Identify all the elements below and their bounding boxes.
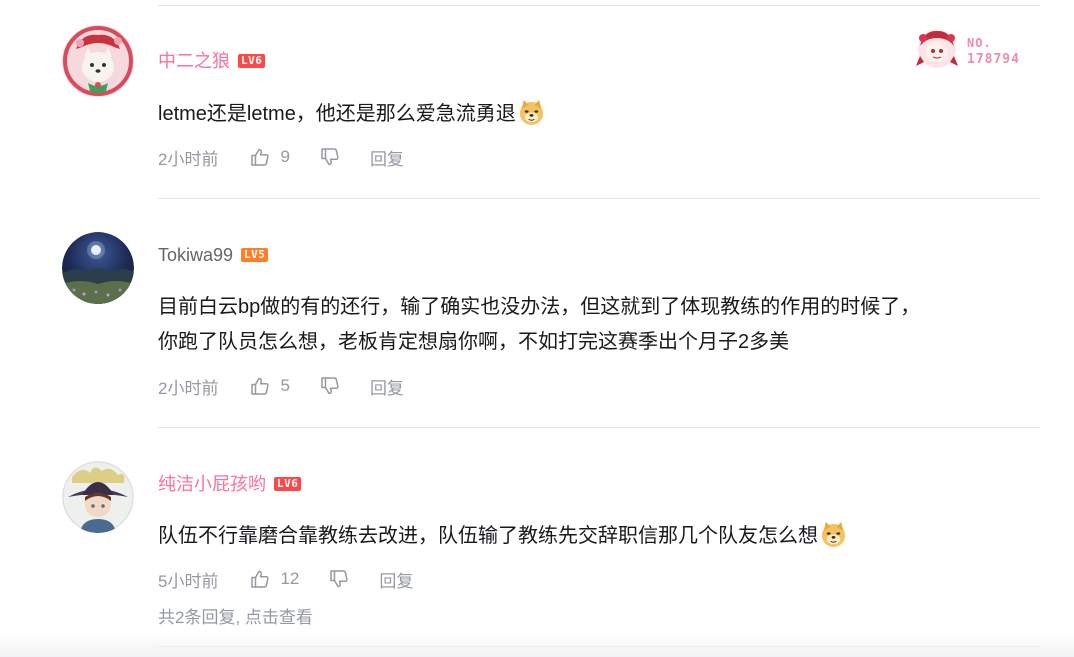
fan-badge[interactable]: NO. 178794 (910, 26, 1040, 72)
username[interactable]: 纯洁小屁孩哟 LV6 (158, 473, 302, 495)
avatar[interactable] (62, 25, 134, 97)
like-count: 12 (280, 569, 300, 588)
level-badge: LV5 (241, 247, 269, 262)
comment-meta: 2小时前 5 回复 (158, 374, 404, 398)
dislike-button[interactable] (320, 376, 340, 396)
doge-emoji-icon (519, 100, 543, 126)
username[interactable]: 中二之狼 LV6 (158, 50, 266, 72)
comment-text-line: 目前白云bp做的有的还行，输了确实也没办法，但这就到了体现教练的作用的时候了， (158, 296, 921, 318)
comment-meta: 2小时前 9 回复 (158, 145, 404, 169)
top-divider (158, 5, 1040, 6)
username-text[interactable]: Tokiwa99 (158, 245, 233, 265)
reply-button[interactable]: 回复 (379, 567, 413, 592)
reply-button[interactable]: 回复 (370, 145, 404, 170)
like-button[interactable]: 12 (250, 569, 299, 589)
avatar[interactable] (62, 232, 134, 304)
fan-badge-label: NO. (967, 36, 992, 50)
like-button[interactable]: 5 (250, 376, 290, 396)
username-text[interactable]: 纯洁小屁孩哟 (158, 474, 266, 494)
fan-badge-number: 178794 (967, 52, 1020, 67)
like-count: 9 (280, 147, 290, 166)
comment-text: 队伍不行靠磨合靠教练去改进，队伍输了教练先交辞职信那几个队友怎么想 (158, 519, 1038, 554)
like-button[interactable]: 9 (250, 147, 290, 167)
comment-divider (158, 198, 1040, 199)
avatar[interactable] (62, 461, 134, 533)
like-count: 5 (280, 376, 290, 395)
reply-button[interactable]: 回复 (370, 374, 404, 399)
comment-text-content: letme还是letme，他还是那么爱急流勇退 (158, 103, 516, 125)
view-replies: 共2条回复, 点击查看 (158, 603, 313, 628)
thumbs-up-icon[interactable] (250, 569, 270, 589)
thumbs-down-icon[interactable] (320, 376, 340, 396)
thumbs-down-icon[interactable] (320, 147, 340, 167)
comment-text: 目前白云bp做的有的还行，输了确实也没办法，但这就到了体现教练的作用的时候了， … (158, 290, 1038, 360)
thumbs-down-icon[interactable] (329, 569, 349, 589)
level-badge: LV6 (274, 476, 302, 491)
doge-emoji-icon (821, 522, 846, 548)
comment-time: 5小时前 (158, 571, 219, 591)
fan-badge-avatar (916, 30, 958, 68)
thumbs-up-icon[interactable] (250, 376, 270, 396)
username[interactable]: Tokiwa99 LV5 (158, 244, 269, 266)
thumbs-up-icon[interactable] (250, 147, 270, 167)
dislike-button[interactable] (320, 147, 340, 167)
comment-time: 2小时前 (158, 378, 219, 398)
username-text[interactable]: 中二之狼 (158, 51, 230, 71)
replies-count-text: 共2条回复, (158, 608, 245, 627)
comment-divider (158, 427, 1040, 428)
comment-time: 2小时前 (158, 149, 219, 169)
bottom-shadow (0, 632, 1074, 657)
comment-meta: 5小时前 12 回复 (158, 567, 413, 591)
dislike-button[interactable] (329, 569, 349, 589)
comment-text: letme还是letme，他还是那么爱急流勇退 (158, 97, 1038, 132)
comment-text-line: 你跑了队员怎么想，老板肯定想扇你啊，不如打完这赛季出个月子2多美 (158, 331, 790, 353)
level-badge: LV6 (238, 53, 266, 68)
view-replies-link[interactable]: 点击查看 (245, 608, 313, 627)
comment-text-content: 队伍不行靠磨合靠教练去改进，队伍输了教练先交辞职信那几个队友怎么想 (158, 525, 818, 547)
